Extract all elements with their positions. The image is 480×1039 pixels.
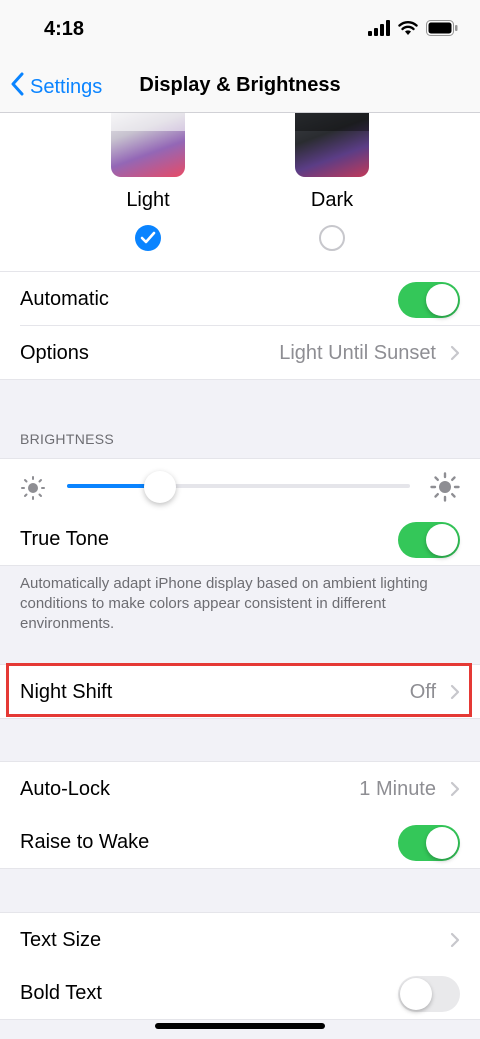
status-icons <box>368 20 458 41</box>
auto-lock-row[interactable]: Auto-Lock 1 Minute <box>0 761 480 816</box>
appearance-selector: Light Dark <box>0 113 480 272</box>
bold-text-toggle[interactable] <box>398 976 460 1012</box>
preview-bar <box>111 113 185 131</box>
chevron-right-icon <box>450 932 460 953</box>
options-value: Light Until Sunset <box>279 342 436 364</box>
light-mode-label: Light <box>126 189 170 211</box>
battery-icon <box>426 20 458 41</box>
night-shift-value: Off <box>409 681 436 703</box>
row-separator <box>0 1019 480 1020</box>
wifi-icon <box>398 20 418 41</box>
text-size-row[interactable]: Text Size <box>0 912 480 967</box>
text-size-label: Text Size <box>20 929 102 951</box>
home-indicator[interactable] <box>155 1023 325 1029</box>
raise-to-wake-row: Raise to Wake <box>0 815 480 869</box>
dark-mode-label: Dark <box>310 189 354 211</box>
true-tone-label: True Tone <box>20 528 109 550</box>
toggle-knob <box>426 284 458 316</box>
row-separator <box>0 565 480 566</box>
true-tone-row: True Tone <box>0 512 480 566</box>
raise-to-wake-toggle[interactable] <box>398 825 460 861</box>
toggle-knob <box>426 524 458 556</box>
automatic-toggle[interactable] <box>398 282 460 318</box>
auto-lock-value: 1 Minute <box>359 778 436 800</box>
cellular-signal-icon <box>368 20 390 41</box>
chevron-right-icon <box>450 345 460 366</box>
status-bar: 4:18 <box>0 0 480 60</box>
auto-lock-label: Auto-Lock <box>20 778 111 800</box>
true-tone-description: Automatically adapt iPhone display based… <box>20 575 428 632</box>
navigation-bar: Settings Display & Brightness <box>0 60 480 113</box>
sun-large-icon <box>430 472 460 507</box>
automatic-row: Automatic <box>0 272 480 326</box>
options-label: Options <box>20 342 89 364</box>
chevron-right-icon <box>450 781 460 802</box>
row-separator <box>0 379 480 380</box>
brightness-slider-row <box>0 458 480 513</box>
sun-small-icon <box>20 475 46 506</box>
brightness-slider[interactable] <box>67 484 410 488</box>
toggle-knob <box>426 827 458 859</box>
toggle-knob <box>400 978 432 1010</box>
night-shift-row[interactable]: Night Shift Off <box>0 664 480 719</box>
chevron-right-icon <box>450 684 460 705</box>
row-separator <box>0 868 480 869</box>
light-mode-preview[interactable] <box>111 113 185 177</box>
page-title: Display & Brightness <box>0 74 480 97</box>
preview-bar <box>295 113 369 131</box>
row-separator <box>0 718 480 719</box>
night-shift-label: Night Shift <box>20 681 113 703</box>
bold-text-row: Bold Text <box>0 966 480 1020</box>
automatic-label: Automatic <box>20 288 109 310</box>
raise-to-wake-label: Raise to Wake <box>20 831 150 853</box>
light-mode-radio[interactable] <box>135 225 161 251</box>
status-time: 4:18 <box>44 18 85 40</box>
page-title-text: Display & Brightness <box>139 74 341 96</box>
brightness-slider-thumb[interactable] <box>143 471 176 503</box>
true-tone-toggle[interactable] <box>398 522 460 558</box>
dark-mode-radio[interactable] <box>319 225 345 251</box>
options-row[interactable]: Options Light Until Sunset <box>0 326 480 380</box>
dark-mode-preview[interactable] <box>295 113 369 177</box>
bold-text-label: Bold Text <box>20 982 102 1004</box>
brightness-section-header: BRIGHTNESS <box>20 431 115 447</box>
